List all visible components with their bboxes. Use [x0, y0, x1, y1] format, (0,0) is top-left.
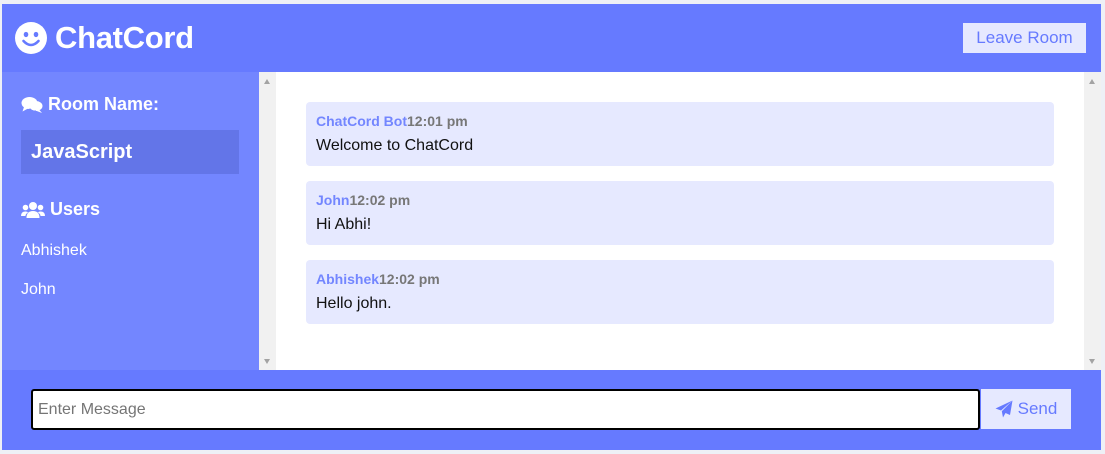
message-meta: Abhishek12:02 pm — [316, 271, 1044, 287]
message-input[interactable] — [31, 389, 980, 430]
scroll-down-arrow-icon[interactable] — [1089, 359, 1095, 364]
app-title: ChatCord — [55, 20, 194, 55]
scroll-down-arrow-icon[interactable] — [264, 359, 270, 364]
message-author: Abhishek — [316, 271, 380, 287]
message: Abhishek12:02 pm Hello john. — [306, 260, 1054, 324]
room-name-label: Room Name: — [48, 94, 160, 114]
message-text: Hello john. — [316, 295, 392, 312]
message-text: Welcome to ChatCord — [316, 137, 474, 154]
users-label: Users — [50, 199, 101, 219]
sidebar-scrollbar[interactable] — [259, 72, 276, 370]
sidebar: Room Name: JavaScript Users Abhishek Joh… — [2, 72, 259, 370]
message-time: 12:01 pm — [407, 113, 468, 129]
chat-header: ChatCord Leave Room — [2, 4, 1101, 72]
message-time: 12:02 pm — [349, 192, 411, 208]
messages-scrollbar[interactable] — [1084, 72, 1101, 370]
leave-room-button[interactable]: Leave Room — [963, 23, 1086, 53]
chat-app: ChatCord Leave Room Room Name: JavaScrip… — [2, 4, 1101, 450]
comments-icon — [21, 96, 48, 114]
user-item: John — [21, 281, 56, 298]
users-heading: Users — [21, 199, 100, 220]
send-button[interactable]: Send — [981, 389, 1071, 429]
scroll-up-arrow-icon[interactable] — [1089, 79, 1095, 84]
smile-icon — [15, 22, 47, 54]
send-label: Send — [1017, 399, 1058, 418]
room-name-heading: Room Name: — [21, 94, 159, 115]
paper-plane-icon — [995, 400, 1018, 418]
message: John12:02 pm Hi Abhi! — [306, 181, 1054, 245]
message-text: Hi Abhi! — [316, 216, 372, 233]
message: ChatCord Bot12:01 pm Welcome to ChatCord — [306, 102, 1054, 166]
scroll-up-arrow-icon[interactable] — [264, 79, 270, 84]
message-author: John — [316, 192, 350, 208]
message-time: 12:02 pm — [379, 271, 440, 287]
users-icon — [21, 201, 50, 219]
room-name-value: JavaScript — [21, 130, 239, 174]
user-item: Abhishek — [21, 242, 87, 259]
app-logo: ChatCord — [15, 22, 194, 54]
chat-form-container: Send — [2, 370, 1101, 450]
message-author: ChatCord Bot — [316, 113, 407, 129]
chat-messages[interactable]: ChatCord Bot12:01 pm Welcome to ChatCord… — [259, 72, 1101, 370]
message-meta: John12:02 pm — [316, 192, 1044, 208]
message-meta: ChatCord Bot12:01 pm — [316, 113, 1044, 129]
